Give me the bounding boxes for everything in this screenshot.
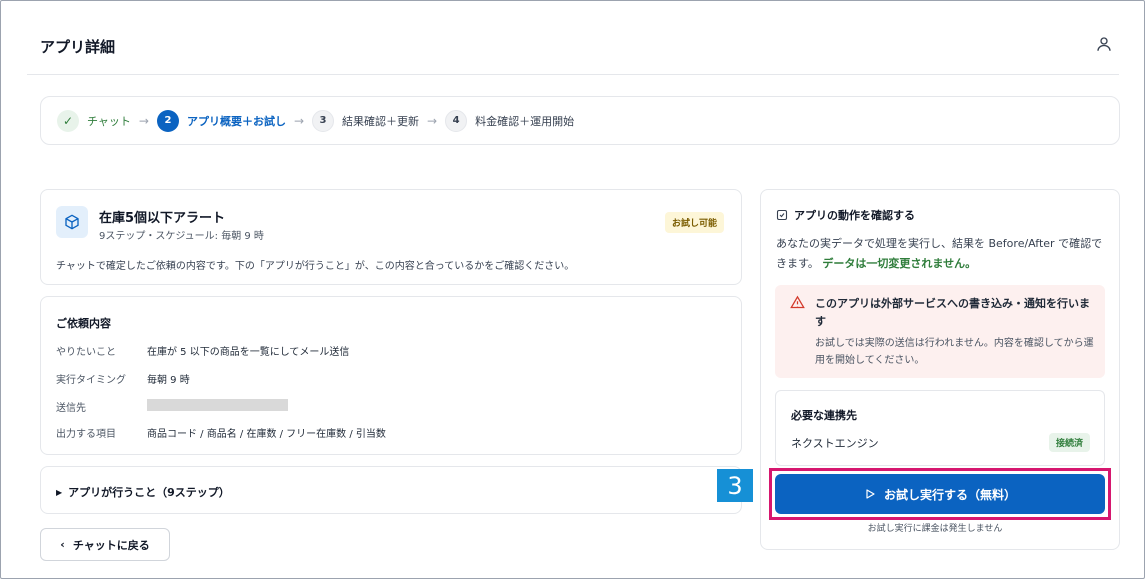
checkbox-icon bbox=[776, 209, 788, 221]
arrow-right-icon: → bbox=[138, 113, 149, 128]
request-value: 商品コード / 商品名 / 在庫数 / フリー在庫数 / 引当数 bbox=[147, 429, 386, 440]
back-to-chat-button[interactable]: ‹ チャットに戻る bbox=[40, 528, 170, 561]
warning-body: お試しでは実際の送信は行われません。内容を確認してから運用を開始してください。 bbox=[815, 338, 1094, 366]
request-row: 出力する項目 商品コード / 商品名 / 在庫数 / フリー在庫数 / 引当数 bbox=[56, 425, 386, 440]
arrow-right-icon: → bbox=[293, 113, 305, 128]
triangle-right-icon: ▶ bbox=[56, 487, 63, 497]
redacted-recipient bbox=[147, 399, 288, 411]
app-schedule: 9ステップ・スケジュール: 毎朝 9 時 bbox=[99, 231, 264, 242]
request-key: 出力する項目 bbox=[56, 429, 116, 440]
integration-box: 必要な連携先 ネクストエンジン 接続済 bbox=[775, 390, 1105, 466]
step-results[interactable]: 3 結果確認＋更新 bbox=[312, 109, 420, 132]
step-chat[interactable]: ✓ チャット bbox=[57, 109, 131, 132]
step-label: チャット bbox=[87, 114, 131, 128]
step-label: 料金確認＋運用開始 bbox=[475, 114, 575, 128]
request-row: 送信先 bbox=[56, 399, 288, 414]
warning-title: このアプリは外部サービスへの書き込み・通知を行います bbox=[815, 297, 1090, 328]
check-icon: ✓ bbox=[57, 109, 79, 132]
request-value: 毎朝 9 時 bbox=[147, 375, 190, 386]
app-description: チャットで確定したご依頼の内容です。下の「アプリが行うこと」が、この内容と合って… bbox=[56, 261, 575, 272]
request-row: 実行タイミング 毎朝 9 時 bbox=[56, 371, 190, 386]
cube-icon bbox=[56, 206, 88, 238]
trial-available-badge: お試し可能 bbox=[664, 212, 724, 233]
back-button-label: チャットに戻る bbox=[72, 538, 150, 552]
request-value: 在庫が 5 以下の商品を一覧にしてメール送信 bbox=[147, 347, 350, 358]
step-overview[interactable]: 2 アプリ概要＋お試し bbox=[156, 109, 286, 132]
play-icon bbox=[866, 489, 875, 499]
request-key: 実行タイミング bbox=[56, 375, 126, 386]
app-name: 在庫5個以下アラート bbox=[99, 211, 226, 226]
app-steps-toggle[interactable]: ▶ アプリが行うこと（9ステップ） bbox=[40, 466, 742, 514]
request-row: やりたいこと 在庫が 5 以下の商品を一覧にしてメール送信 bbox=[56, 343, 349, 358]
no-charge-note: お試し実行に課金は発生しません bbox=[867, 524, 1003, 534]
app-summary-card: 在庫5個以下アラート 9ステップ・スケジュール: 毎朝 9 時 お試し可能 チャ… bbox=[40, 189, 742, 285]
progress-stepper: ✓ チャット → 2 アプリ概要＋お試し → 3 結果確認＋更新 → 4 料金確… bbox=[40, 96, 1120, 145]
step-pricing[interactable]: 4 料金確認＋運用開始 bbox=[445, 109, 575, 132]
app-steps-header: ▶ アプリが行うこと（9ステップ） bbox=[56, 484, 230, 500]
connected-badge: 接続済 bbox=[1048, 433, 1090, 452]
trial-title-text: アプリの動作を確認する bbox=[794, 209, 915, 222]
integration-title: 必要な連携先 bbox=[791, 409, 857, 422]
request-details-card: ご依頼内容 やりたいこと 在庫が 5 以下の商品を一覧にしてメール送信 実行タイ… bbox=[40, 296, 742, 455]
page-title: アプリ詳細 bbox=[40, 38, 116, 56]
integration-name: ネクストエンジン bbox=[791, 437, 879, 450]
trial-description: あなたの実データで処理を実行し、結果を Before/After で確認できます… bbox=[776, 234, 1111, 274]
chevron-left-icon: ‹ bbox=[60, 538, 65, 551]
user-icon[interactable] bbox=[1095, 35, 1113, 53]
trial-title: アプリの動作を確認する bbox=[776, 207, 915, 223]
arrow-right-icon: → bbox=[427, 113, 438, 128]
step-number: 2 bbox=[156, 109, 179, 132]
step-marker: 3 bbox=[717, 469, 753, 502]
request-title: ご依頼内容 bbox=[56, 317, 111, 330]
warning-icon bbox=[790, 295, 805, 309]
request-key: 送信先 bbox=[56, 403, 86, 414]
step-label: 結果確認＋更新 bbox=[342, 114, 420, 128]
step-label: アプリ概要＋お試し bbox=[186, 114, 286, 128]
page-header: アプリ詳細 bbox=[27, 19, 1119, 75]
step-number: 3 bbox=[312, 109, 335, 132]
step-number: 4 bbox=[445, 109, 468, 132]
run-trial-button[interactable]: お試し実行する（無料） bbox=[775, 474, 1105, 514]
warning-box: このアプリは外部サービスへの書き込み・通知を行います お試しでは実際の送信は行わ… bbox=[775, 285, 1105, 378]
no-change-notice: データは一切変更されません。 bbox=[822, 257, 977, 270]
app-window: アプリ詳細 ✓ チャット → 2 アプリ概要＋お試し → 3 結果確認＋更新 →… bbox=[0, 0, 1145, 579]
app-steps-label: アプリが行うこと（9ステップ） bbox=[68, 486, 230, 499]
request-key: やりたいこと bbox=[56, 347, 116, 358]
run-trial-label: お試し実行する（無料） bbox=[883, 487, 1016, 502]
